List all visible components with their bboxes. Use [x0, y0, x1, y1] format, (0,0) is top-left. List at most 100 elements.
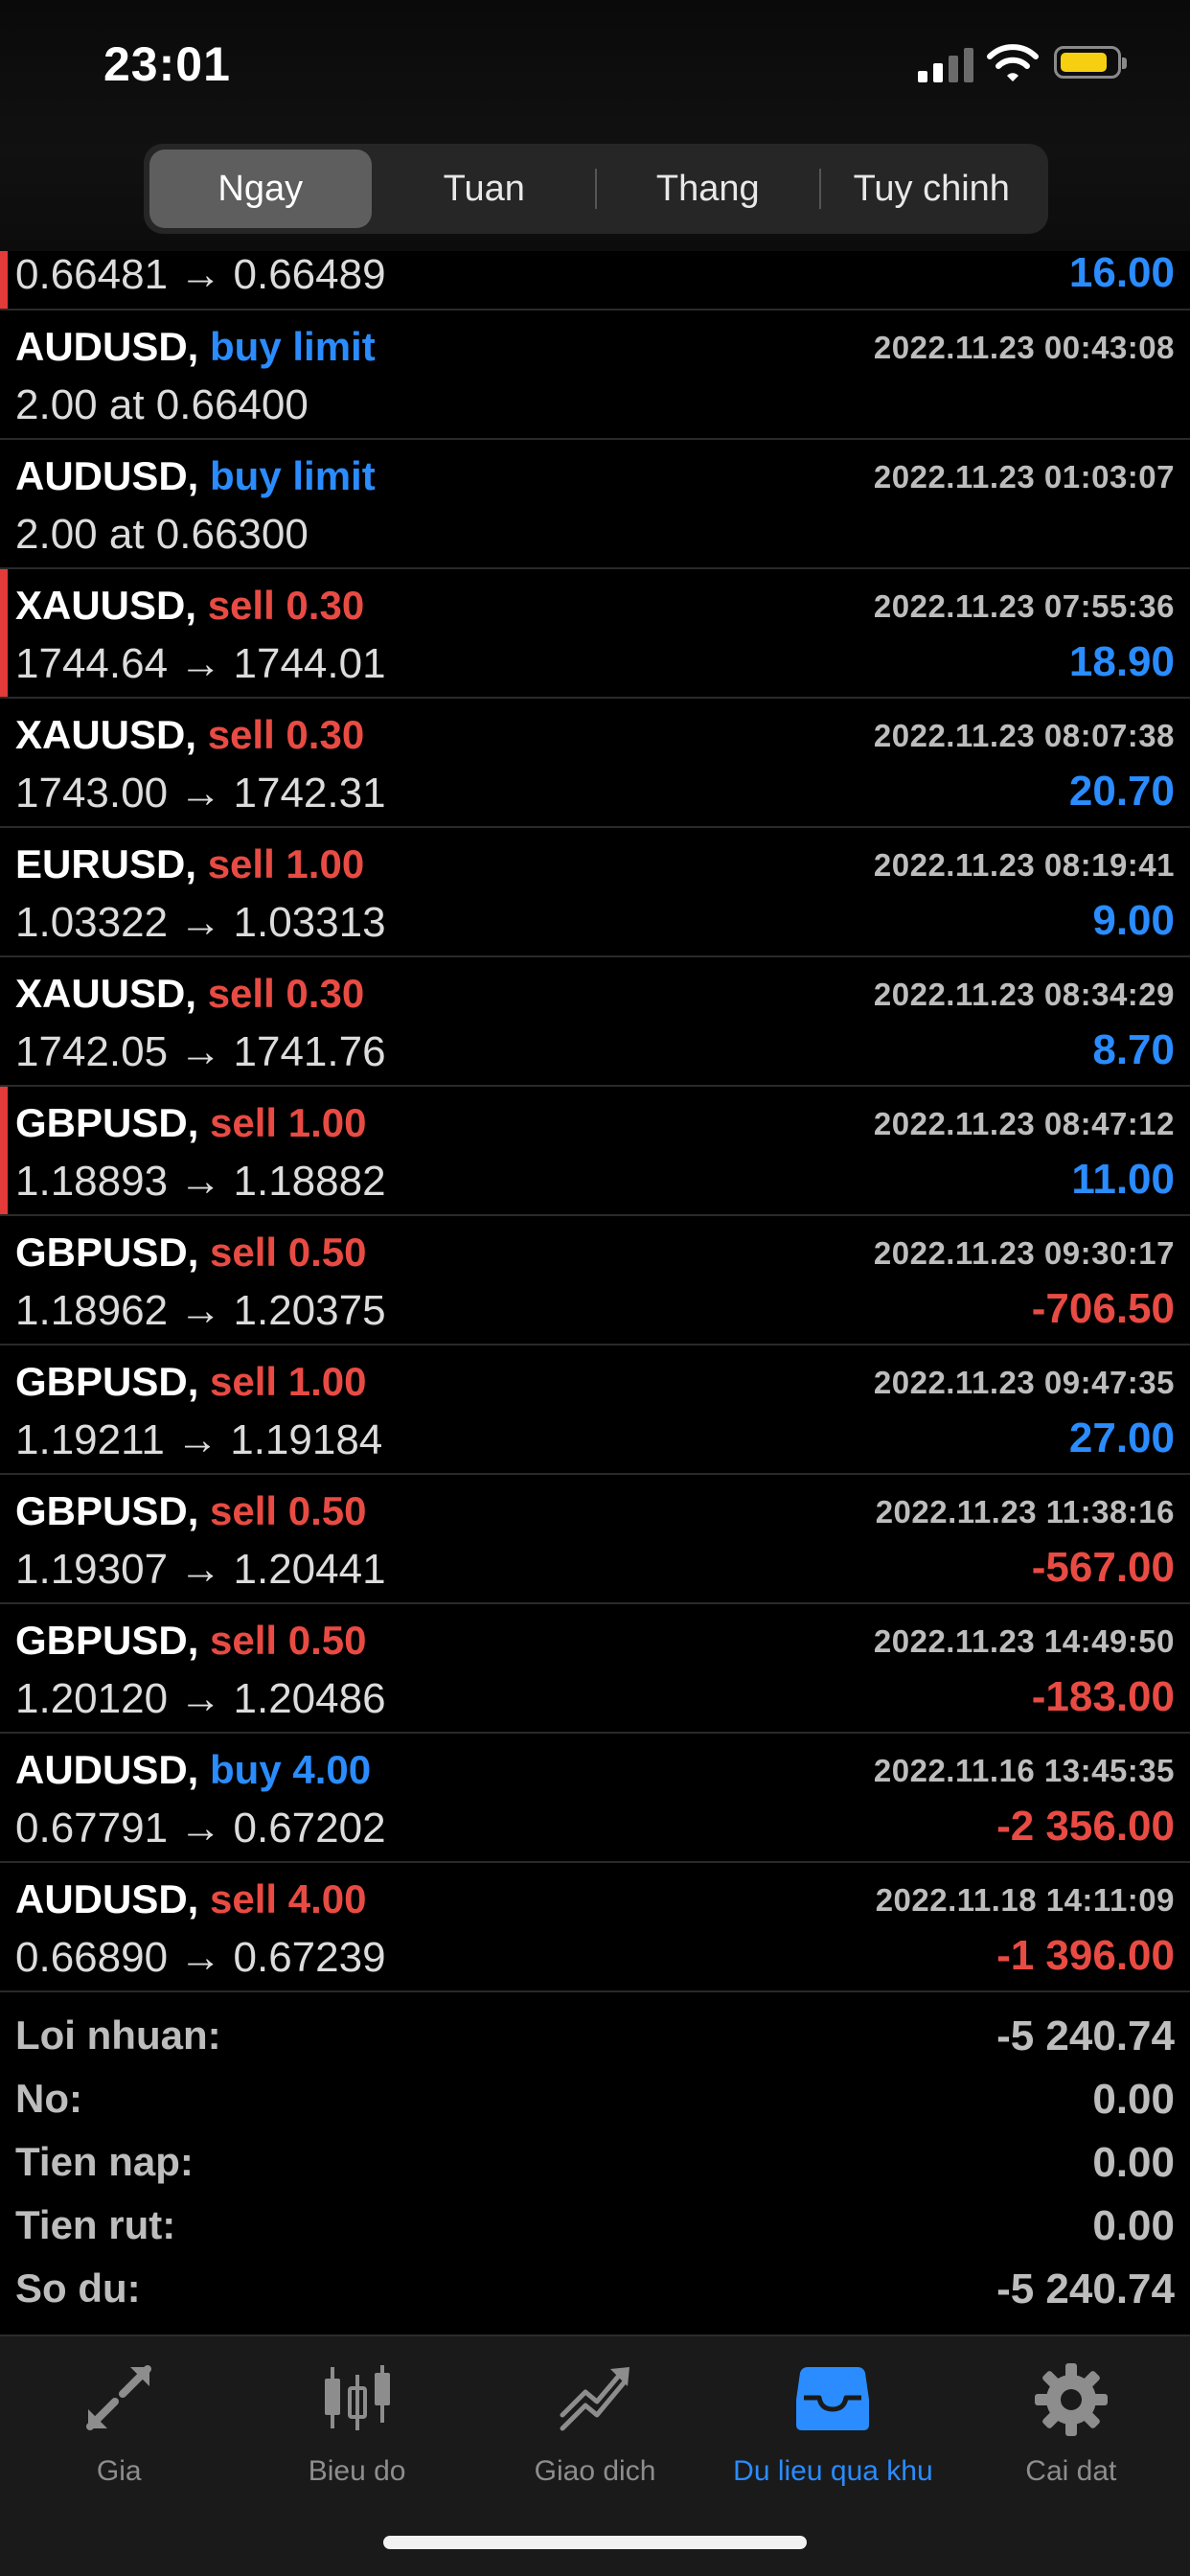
- deal-profit: -1 396.00: [996, 1932, 1175, 1979]
- inbox-icon: [796, 2367, 870, 2430]
- deal-prices: 1.19307 → 1.20441: [15, 1546, 386, 1593]
- deal-title: AUDUSD, buy 4.00: [15, 1747, 371, 1793]
- tab-label: Cai dat: [1025, 2455, 1117, 2487]
- battery-icon: [1054, 46, 1127, 79]
- deal-datetime: 2022.11.23 07:55:36: [873, 588, 1175, 624]
- home-indicator: [383, 2536, 807, 2549]
- table-row[interactable]: AUDUSD, buy limit 2022.11.23 00:43:08 2.00…: [0, 310, 1190, 440]
- summary-profit: Loi nhuan: -5 240.74: [0, 2005, 1190, 2068]
- tab-label: Giao dich: [534, 2455, 656, 2487]
- deal-prices: 0.66481 → 0.66489: [15, 251, 386, 298]
- deal-type: sell 0.30: [207, 971, 365, 1016]
- cellular-signal-icon: [918, 46, 973, 82]
- table-row[interactable]: 0.66481 → 0.66489 16.00: [0, 249, 1190, 310]
- row-marker: [0, 1087, 8, 1214]
- deal-symbol: XAUUSD,: [15, 583, 197, 628]
- deal-symbol: AUDUSD,: [15, 1876, 199, 1921]
- table-row[interactable]: EURUSD, sell 1.00 2022.11.23 08:19:41 1.03…: [0, 828, 1190, 957]
- deal-datetime: 2022.11.23 08:07:38: [873, 718, 1175, 753]
- segment-tuan[interactable]: Tuan: [374, 150, 596, 228]
- table-row[interactable]: GBPUSD, sell 1.00 2022.11.23 09:47:35 1.19…: [0, 1346, 1190, 1475]
- table-row[interactable]: GBPUSD, sell 0.50 2022.11.23 09:30:17 1.18…: [0, 1216, 1190, 1346]
- summary-deposit-label: Tien nap:: [15, 2139, 194, 2184]
- deal-prices: 2.00 at 0.66400: [15, 381, 309, 428]
- deal-datetime: 2022.11.23 00:43:08: [873, 330, 1175, 365]
- deal-prices: 1.18962 → 1.20375: [15, 1287, 386, 1334]
- table-row[interactable]: AUDUSD, buy limit 2022.11.23 01:03:07 2.00…: [0, 440, 1190, 569]
- summary-withdrawal-label: Tien rut:: [15, 2202, 176, 2247]
- table-row[interactable]: GBPUSD, sell 1.00 2022.11.23 08:47:12 1.18…: [0, 1087, 1190, 1216]
- table-row[interactable]: AUDUSD, buy 4.00 2022.11.16 13:45:35 0.677…: [0, 1734, 1190, 1863]
- table-row[interactable]: GBPUSD, sell 0.50 2022.11.23 14:49:50 1.20…: [0, 1604, 1190, 1734]
- deal-prices: 0.67791 → 0.67202: [15, 1805, 386, 1852]
- segment-tuy-chinh[interactable]: Tuy chinh: [821, 150, 1043, 228]
- summary-deposit: Tien nap: 0.00: [0, 2131, 1190, 2195]
- deal-datetime: 2022.11.23 11:38:16: [875, 1494, 1175, 1530]
- segment-ngay[interactable]: Ngay: [149, 150, 372, 228]
- deal-prices: 1.18893 → 1.18882: [15, 1158, 386, 1205]
- deal-profit: -183.00: [1031, 1673, 1175, 1720]
- summary-withdrawal-value: 0.00: [1092, 2202, 1175, 2249]
- gear-icon: [1034, 2363, 1108, 2436]
- tab-gia[interactable]: Gia: [0, 2336, 238, 2576]
- deal-prices: 1.20120 → 1.20486: [15, 1675, 386, 1722]
- deal-profit: 20.70: [1068, 768, 1175, 815]
- top-bar: 23:01 Ngay Tuan Thang Tuy chinh: [0, 0, 1190, 251]
- deal-profit: -567.00: [1031, 1544, 1175, 1591]
- table-row[interactable]: XAUUSD, sell 0.30 2022.11.23 07:55:36 1744…: [0, 569, 1190, 699]
- table-row[interactable]: XAUUSD, sell 0.30 2022.11.23 08:07:38 1743…: [0, 699, 1190, 828]
- deal-title: GBPUSD, sell 0.50: [15, 1618, 367, 1664]
- deal-profit: -2 356.00: [996, 1803, 1175, 1850]
- deal-datetime: 2022.11.23 14:49:50: [873, 1623, 1175, 1659]
- deal-prices: 1.03322 → 1.03313: [15, 899, 386, 946]
- deal-title: GBPUSD, sell 1.00: [15, 1359, 367, 1405]
- deal-symbol: XAUUSD,: [15, 971, 197, 1016]
- deal-type: sell 1.00: [210, 1100, 367, 1145]
- deal-type: sell 0.30: [207, 712, 365, 757]
- deal-title: GBPUSD, sell 0.50: [15, 1230, 367, 1276]
- deal-profit: 16.00: [1068, 249, 1175, 296]
- deal-symbol: GBPUSD,: [15, 1100, 199, 1145]
- segment-thang[interactable]: Thang: [597, 150, 819, 228]
- summary-deposit-value: 0.00: [1092, 2139, 1175, 2186]
- tab-label: Du lieu qua khu: [733, 2455, 933, 2487]
- deal-prices: 0.66890 → 0.67239: [15, 1934, 386, 1981]
- deal-datetime: 2022.11.23 01:03:07: [873, 459, 1175, 494]
- candlestick-icon: [324, 2365, 390, 2430]
- table-row[interactable]: GBPUSD, sell 0.50 2022.11.23 11:38:16 1.19…: [0, 1475, 1190, 1604]
- deal-symbol: GBPUSD,: [15, 1230, 199, 1275]
- table-row[interactable]: XAUUSD, sell 0.30 2022.11.23 08:34:29 1742…: [0, 957, 1190, 1087]
- table-row[interactable]: AUDUSD, sell 4.00 2022.11.18 14:11:09 0.66…: [0, 1863, 1190, 1992]
- arrows-icon: [86, 2365, 152, 2430]
- status-time: 23:01: [103, 37, 231, 91]
- deal-type: buy 4.00: [210, 1747, 372, 1792]
- deal-type: sell 4.00: [210, 1876, 367, 1921]
- summary-credit-value: 0.00: [1092, 2076, 1175, 2123]
- summary-credit-label: No:: [15, 2076, 82, 2121]
- deal-profit: 9.00: [1092, 897, 1175, 944]
- summary-balance: So du: -5 240.74: [0, 2258, 1190, 2321]
- deal-prices: 1.19211 → 1.19184: [15, 1416, 383, 1463]
- deal-type: sell 0.50: [210, 1488, 367, 1533]
- deal-title: XAUUSD, sell 0.30: [15, 712, 364, 758]
- deal-datetime: 2022.11.16 13:45:35: [873, 1753, 1175, 1788]
- deal-datetime: 2022.11.23 08:19:41: [873, 847, 1175, 883]
- deal-title: AUDUSD, buy limit: [15, 453, 376, 499]
- deal-title: XAUUSD, sell 0.30: [15, 583, 364, 629]
- deal-symbol: GBPUSD,: [15, 1618, 199, 1663]
- summary-profit-value: -5 240.74: [996, 2012, 1175, 2059]
- deal-symbol: AUDUSD,: [15, 453, 199, 498]
- deal-type: buy limit: [210, 453, 376, 498]
- deal-type: buy limit: [210, 324, 376, 369]
- deal-type: sell 1.00: [207, 841, 365, 886]
- deal-datetime: 2022.11.23 09:47:35: [873, 1365, 1175, 1400]
- summary-profit-label: Loi nhuan:: [15, 2012, 221, 2058]
- tab-cai-dat[interactable]: Cai dat: [952, 2336, 1190, 2576]
- deal-title: EURUSD, sell 1.00: [15, 841, 364, 887]
- deal-profit: -706.50: [1031, 1285, 1175, 1332]
- period-segmented-control: Ngay Tuan Thang Tuy chinh: [144, 144, 1048, 234]
- deal-title: GBPUSD, sell 0.50: [15, 1488, 367, 1534]
- deal-datetime: 2022.11.23 08:47:12: [873, 1106, 1175, 1141]
- deal-symbol: AUDUSD,: [15, 324, 199, 369]
- deal-type: sell 0.50: [210, 1618, 367, 1663]
